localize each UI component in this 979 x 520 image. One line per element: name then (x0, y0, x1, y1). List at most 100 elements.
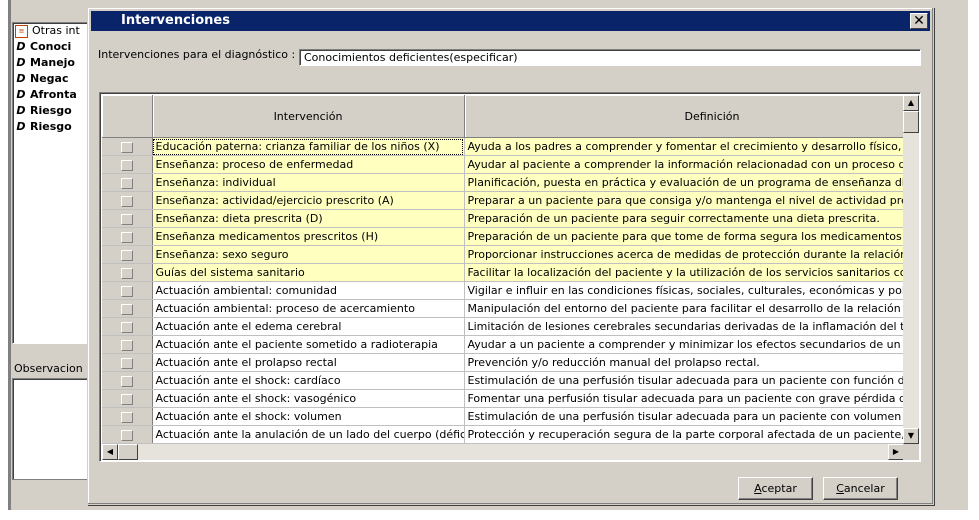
table-row[interactable]: Actuación ante el paciente sometido a ra… (102, 335, 904, 354)
definition-cell[interactable]: Estimulación de una perfusión tisular ad… (464, 407, 904, 426)
definition-column-header[interactable]: Definición (464, 95, 904, 138)
row-checkbox-cell[interactable] (102, 335, 153, 354)
row-checkbox-cell[interactable] (102, 245, 153, 264)
definition-cell[interactable]: Planificación, puesta en práctica y eval… (464, 173, 904, 192)
row-checkbox[interactable] (120, 393, 133, 405)
intervention-cell[interactable]: Enseñanza: sexo seguro (152, 245, 465, 264)
row-checkbox[interactable] (120, 213, 133, 225)
scroll-right-button[interactable]: ▶ (888, 444, 904, 460)
intervention-cell[interactable]: Actuación ante el shock: cardíaco (152, 371, 465, 390)
table-row[interactable]: Enseñanza: sexo seguro Proporcionar instr… (102, 245, 904, 264)
definition-cell[interactable]: Ayudar al paciente a comprender la infor… (464, 155, 904, 174)
close-button[interactable]: ✕ (910, 13, 928, 29)
intervention-cell[interactable]: Actuación ambiental: proceso de acercami… (152, 299, 465, 318)
row-checkbox[interactable] (120, 303, 133, 315)
table-row[interactable]: Actuación ante el shock: vasogénico Fomen… (102, 389, 904, 408)
table-row[interactable]: Educación paterna: crianza familiar de l… (102, 137, 904, 156)
definition-cell[interactable]: Fomentar una perfusión tisular adecuada … (464, 389, 904, 408)
diagnosis-list-item[interactable]: ≡ Otras int (13, 23, 93, 39)
row-checkbox[interactable] (120, 285, 133, 297)
diagnosis-list-item[interactable]: D Riesgo (13, 103, 93, 119)
row-checkbox-cell[interactable] (102, 173, 153, 192)
vertical-scrollbar[interactable]: ▲ ▼ (903, 95, 919, 444)
row-checkbox-cell[interactable] (102, 209, 153, 228)
interventions-grid[interactable]: Intervención Definición Educación patern… (99, 92, 921, 462)
row-checkbox-cell[interactable] (102, 425, 153, 444)
row-checkbox[interactable] (120, 411, 133, 423)
definition-cell[interactable]: Facilitar la localización del paciente y… (464, 263, 904, 282)
row-checkbox[interactable] (120, 267, 133, 279)
cancel-button[interactable]: Cancelar (823, 477, 898, 500)
observations-field[interactable] (12, 378, 94, 480)
row-checkbox-cell[interactable] (102, 263, 153, 282)
intervention-cell[interactable]: Actuación ante el paciente sometido a ra… (152, 335, 465, 354)
table-row[interactable]: Actuación ante la anulación de un lado d… (102, 425, 904, 444)
definition-cell[interactable]: Ayuda a los padres a comprender y foment… (464, 137, 904, 156)
intervention-cell[interactable]: Enseñanza: individual (152, 173, 465, 192)
intervention-cell[interactable]: Actuación ante el shock: volumen (152, 407, 465, 426)
intervention-cell[interactable]: Actuación ante el shock: vasogénico (152, 389, 465, 408)
vertical-scroll-thumb[interactable] (903, 111, 919, 133)
intervention-cell[interactable]: Enseñanza: proceso de enfermedad (152, 155, 465, 174)
row-checkbox[interactable] (120, 159, 133, 171)
horizontal-scrollbar[interactable]: ◀ ▶ (102, 444, 904, 460)
table-row[interactable]: Actuación ante el shock: cardíaco Estimul… (102, 371, 904, 390)
table-row[interactable]: Enseñanza medicamentos prescritos (H) Pre… (102, 227, 904, 246)
diagnosis-field[interactable]: Conocimientos deficientes(especificar) (299, 49, 921, 66)
diagnosis-list-item[interactable]: D Conoci (13, 39, 93, 55)
row-checkbox[interactable] (120, 357, 133, 369)
accept-button[interactable]: Aceptar (738, 477, 813, 500)
scroll-up-button[interactable]: ▲ (903, 95, 919, 111)
definition-cell[interactable]: Preparar a un paciente para que consiga … (464, 191, 904, 210)
table-row[interactable]: Enseñanza: proceso de enfermedad Ayudar a… (102, 155, 904, 174)
definition-cell[interactable]: Proporcionar instrucciones acerca de med… (464, 245, 904, 264)
row-checkbox-cell[interactable] (102, 353, 153, 372)
check-column-header[interactable] (102, 95, 153, 138)
table-row[interactable]: Actuación ambiental: proceso de acercami… (102, 299, 904, 318)
definition-cell[interactable]: Vigilar e influir en las condiciones fís… (464, 281, 904, 300)
row-checkbox[interactable] (120, 195, 133, 207)
intervention-cell[interactable]: Actuación ambiental: comunidad (152, 281, 465, 300)
intervention-cell[interactable]: Enseñanza: dieta prescrita (D) (152, 209, 465, 228)
definition-cell[interactable]: Manipulación del entorno del paciente pa… (464, 299, 904, 318)
scroll-left-button[interactable]: ◀ (102, 444, 118, 460)
definition-cell[interactable]: Protección y recuperación segura de la p… (464, 425, 904, 444)
table-row[interactable]: Guías del sistema sanitario Facilitar la … (102, 263, 904, 282)
diagnosis-list-item[interactable]: D Afronta (13, 87, 93, 103)
row-checkbox-cell[interactable] (102, 407, 153, 426)
row-checkbox-cell[interactable] (102, 155, 153, 174)
diagnosis-list-item[interactable]: D Riesgo (13, 119, 93, 135)
table-row[interactable]: Actuación ante el prolapso rectal Prevenc… (102, 353, 904, 372)
title-bar[interactable]: Intervenciones ✕ (91, 11, 930, 31)
row-checkbox[interactable] (120, 375, 133, 387)
row-checkbox-cell[interactable] (102, 299, 153, 318)
intervention-cell[interactable]: Guías del sistema sanitario (152, 263, 465, 282)
row-checkbox[interactable] (120, 321, 133, 333)
intervention-cell[interactable]: Actuación ante la anulación de un lado d… (152, 425, 465, 444)
row-checkbox-cell[interactable] (102, 317, 153, 336)
row-checkbox[interactable] (120, 429, 133, 441)
diagnosis-list[interactable]: ≡ Otras int D Conoci D Manejo D Negac D Afronta D R… (12, 22, 94, 344)
intervention-cell[interactable]: Educación paterna: crianza familiar de l… (152, 137, 465, 156)
row-checkbox[interactable] (120, 339, 133, 351)
row-checkbox-cell[interactable] (102, 191, 153, 210)
row-checkbox-cell[interactable] (102, 137, 153, 156)
table-row[interactable]: Enseñanza: actividad/ejercicio prescrito… (102, 191, 904, 210)
table-row[interactable]: Actuación ante el shock: volumen Estimula… (102, 407, 904, 426)
diagnosis-list-item[interactable]: D Manejo (13, 55, 93, 71)
table-row[interactable]: Actuación ante el edema cerebral Limitaci… (102, 317, 904, 336)
intervention-column-header[interactable]: Intervención (152, 95, 465, 138)
intervention-cell[interactable]: Enseñanza: actividad/ejercicio prescrito… (152, 191, 465, 210)
row-checkbox-cell[interactable] (102, 227, 153, 246)
definition-cell[interactable]: Preparación de un paciente para seguir c… (464, 209, 904, 228)
table-row[interactable]: Actuación ambiental: comunidad Vigilar e … (102, 281, 904, 300)
row-checkbox-cell[interactable] (102, 389, 153, 408)
horizontal-scroll-thumb[interactable] (118, 444, 138, 460)
table-row[interactable]: Enseñanza: dieta prescrita (D) Preparació… (102, 209, 904, 228)
row-checkbox-cell[interactable] (102, 281, 153, 300)
table-row[interactable]: Enseñanza: individual Planificación, pues… (102, 173, 904, 192)
row-checkbox[interactable] (120, 177, 133, 189)
row-checkbox[interactable] (120, 141, 133, 153)
definition-cell[interactable]: Estimulación de una perfusión tisular ad… (464, 371, 904, 390)
scroll-down-button[interactable]: ▼ (903, 428, 919, 444)
